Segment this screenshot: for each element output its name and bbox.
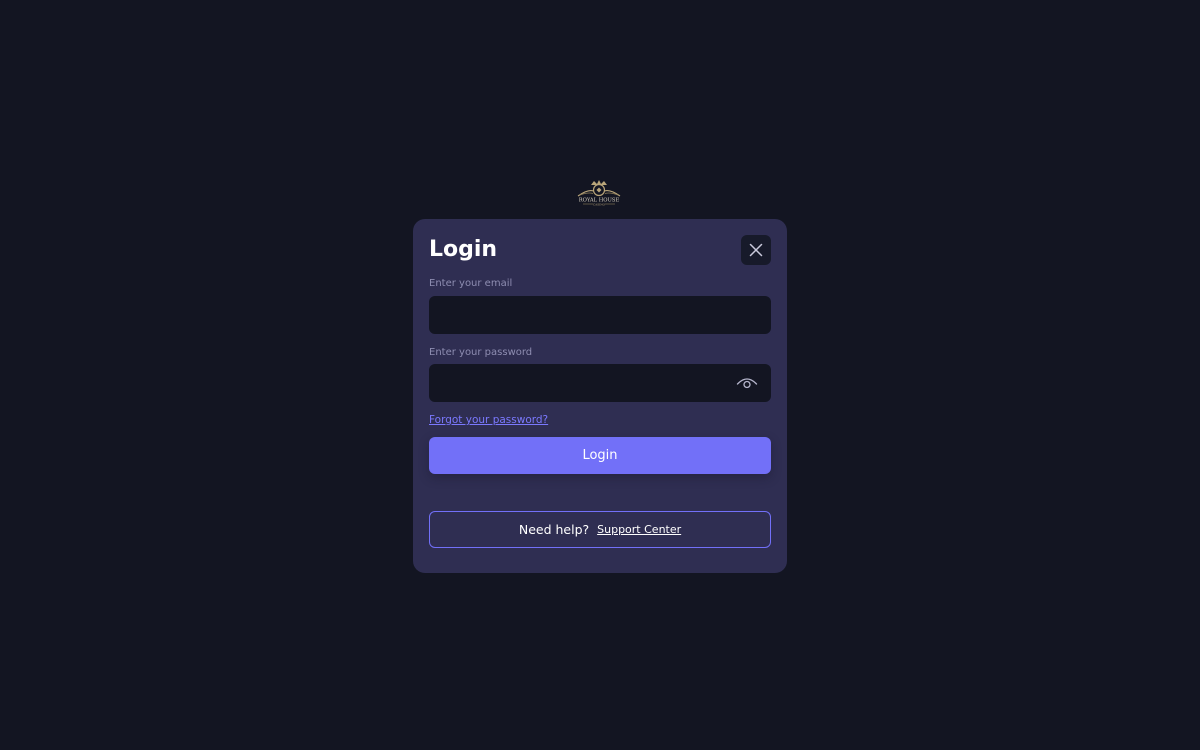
password-input[interactable]	[429, 364, 771, 402]
close-icon	[749, 243, 763, 257]
help-box: Need help? Support Center	[429, 511, 771, 548]
email-label: Enter your email	[429, 278, 513, 289]
email-input[interactable]	[429, 296, 771, 334]
brand-logo[interactable]: ROYAL HOUSE CASINO	[574, 178, 624, 208]
login-modal: Login Enter your email Enter your passwo…	[413, 219, 787, 573]
login-button[interactable]: Login	[429, 437, 771, 474]
toggle-password-visibility-button[interactable]	[735, 374, 759, 392]
logo-subtext: CASINO	[593, 203, 606, 207]
forgot-password-link[interactable]: Forgot your password?	[429, 413, 548, 427]
help-text: Need help?	[518, 522, 590, 537]
close-button[interactable]	[741, 235, 771, 265]
support-center-link[interactable]: Support Center	[597, 523, 681, 536]
modal-title: Login	[429, 237, 498, 262]
password-label: Enter your password	[429, 347, 533, 358]
royal-house-casino-logo-icon: ROYAL HOUSE CASINO	[577, 180, 621, 207]
login-page: ROYAL HOUSE CASINO Login Enter your emai…	[0, 0, 1200, 750]
eye-icon	[736, 378, 758, 389]
